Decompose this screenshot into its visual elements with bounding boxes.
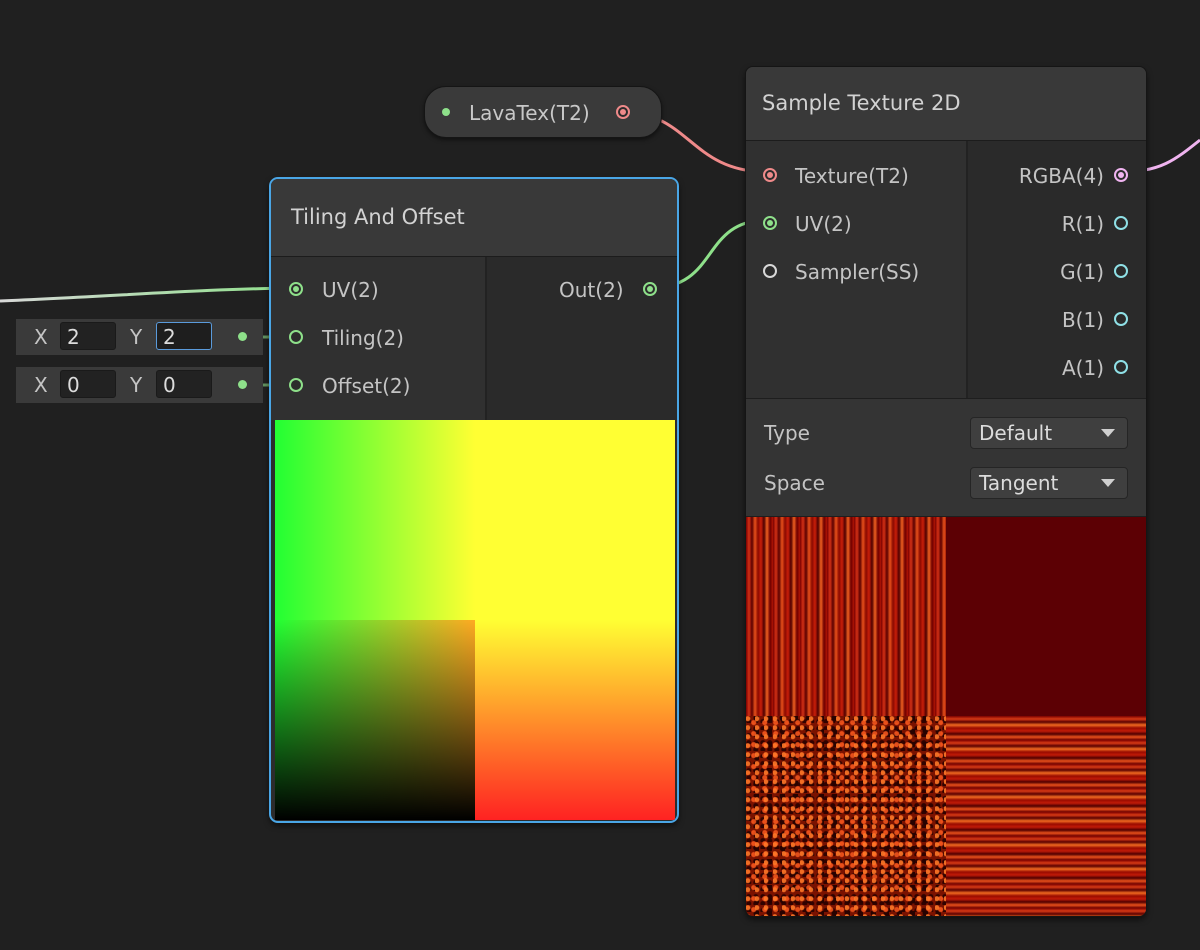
node-title-bar[interactable]: Sample Texture 2D xyxy=(746,67,1146,141)
r-port-icon[interactable] xyxy=(1114,216,1128,230)
b-port-icon[interactable] xyxy=(1114,312,1128,326)
wire-uv-in xyxy=(0,286,297,303)
tiling-x-input[interactable]: 2 xyxy=(60,322,116,350)
type-dropdown[interactable]: Default xyxy=(970,417,1128,449)
dropdown-arrow-icon xyxy=(1101,429,1115,437)
node-title: Sample Texture 2D xyxy=(762,91,961,115)
offset-y-label: Y xyxy=(130,373,143,397)
tiling-x-label: X xyxy=(34,325,48,349)
out-port-icon[interactable] xyxy=(643,282,657,296)
texture-quadrant-top-left xyxy=(746,516,946,716)
lavatex-property-node[interactable]: LavaTex(T2) xyxy=(424,86,662,138)
property-node-label: LavaTex(T2) xyxy=(469,101,590,125)
offset-y-input[interactable]: 0 xyxy=(156,370,212,398)
tiling-y-input[interactable]: 2 xyxy=(156,322,212,350)
sampler-port-icon[interactable] xyxy=(763,264,777,278)
offset-port-icon[interactable] xyxy=(289,378,303,392)
tiling-preview-image xyxy=(275,420,675,820)
dropdown-arrow-icon xyxy=(1101,479,1115,487)
tiling-port-icon[interactable] xyxy=(289,330,303,344)
tiling-value-field: X 2 Y 2 xyxy=(16,319,263,355)
offset-x-label: X xyxy=(34,373,48,397)
tiling-y-label: Y xyxy=(130,325,143,349)
type-dropdown-value: Default xyxy=(979,421,1053,445)
type-label: Type xyxy=(764,421,810,445)
node-settings-panel: Type Default Space Tangent xyxy=(746,398,1146,517)
texture-port-icon[interactable] xyxy=(763,168,777,182)
space-label: Space xyxy=(764,471,825,495)
texture-quadrant-top-right xyxy=(946,516,1146,716)
offset-field-port-icon xyxy=(238,380,247,389)
uv-port-icon[interactable] xyxy=(289,282,303,296)
texture-quadrant-bottom-left xyxy=(746,716,946,916)
uv-port-icon[interactable] xyxy=(763,216,777,230)
texture-preview-image xyxy=(746,516,1146,916)
g-port-icon[interactable] xyxy=(1114,264,1128,278)
rgba-port-icon[interactable] xyxy=(1114,168,1128,182)
property-indicator-icon xyxy=(442,108,450,116)
space-dropdown[interactable]: Tangent xyxy=(970,467,1128,499)
node-title: Tiling And Offset xyxy=(291,205,465,229)
node-title-bar[interactable]: Tiling And Offset xyxy=(271,179,677,257)
offset-x-input[interactable]: 0 xyxy=(60,370,116,398)
space-dropdown-value: Tangent xyxy=(979,471,1059,495)
tiling-and-offset-node[interactable]: Tiling And Offset UV(2) Tiling(2) Offset… xyxy=(269,177,679,823)
tiling-field-port-icon xyxy=(238,332,247,341)
property-output-port[interactable] xyxy=(616,105,630,119)
texture-quadrant-bottom-right xyxy=(946,716,1146,916)
a-port-icon[interactable] xyxy=(1114,360,1128,374)
sample-texture-2d-node[interactable]: Sample Texture 2D Texture(T2) UV(2) Samp… xyxy=(745,66,1147,917)
offset-value-field: X 0 Y 0 xyxy=(16,367,263,403)
